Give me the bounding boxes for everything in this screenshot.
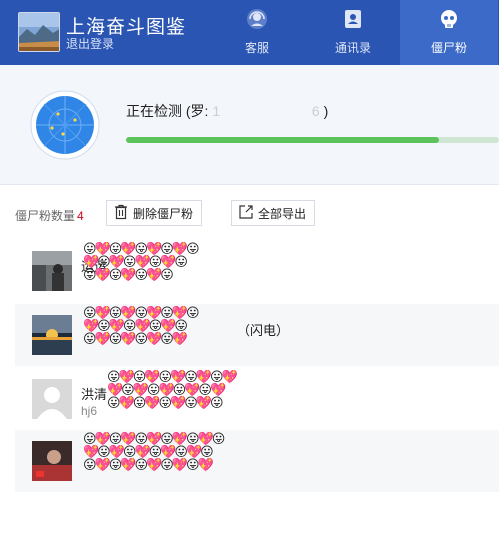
tab-contacts[interactable]: 通讯录: [304, 0, 402, 65]
tab-zombie-fans[interactable]: 僵尸粉: [400, 0, 498, 65]
export-all-label: 全部导出: [258, 206, 307, 221]
list-item[interactable]: （闪电） 😛💖😛💖😛💖😛💖😛 💖😛💖😛💖😛💖😛 😛💖😛💖😛💖😛💖: [15, 304, 499, 366]
skull-icon: [438, 8, 460, 30]
tab-label: 通讯录: [334, 41, 371, 55]
privacy-mosaic: 😛💖😛💖😛💖😛💖😛 💖😛💖😛💖😛💖😛 😛💖😛💖😛💖😛💖: [83, 306, 200, 346]
contact-wechat-id: hj6: [81, 404, 98, 418]
tab-customer-service[interactable]: 客服: [208, 0, 306, 65]
detect-progress-bar: [126, 137, 499, 143]
headset-icon: [246, 8, 268, 30]
list-item[interactable]: 😛💖😛💖😛💖😛💖😛💖😛 💖😛💖😛💖😛💖😛💖😛 😛💖😛💖😛💖😛💖😛💖: [15, 430, 499, 492]
detect-status: 正在检测 (罗: 1 6 ): [126, 101, 328, 121]
privacy-mosaic: 😛💖😛💖😛💖😛💖😛💖 💖😛💖😛💖😛💖😛💖 😛💖😛💖😛💖😛💖😛: [107, 370, 238, 410]
zombie-count-label: 僵尸粉数量: [15, 209, 76, 223]
contact-avatar: [32, 315, 72, 355]
list-item[interactable]: 运运 😛💖😛💖😛💖😛💖😛 💖😛💖😛💖😛💖😛 😛💖😛💖😛💖😛: [15, 240, 499, 302]
contact-name: 洪清: [81, 387, 108, 402]
zombie-count-value: 4: [77, 209, 84, 223]
contact-avatar: [32, 441, 72, 481]
detect-masked-end: 6: [311, 103, 320, 119]
export-icon: [238, 204, 258, 223]
zombie-count: 僵尸粉数量 4: [15, 207, 84, 224]
privacy-mosaic: 😛💖😛💖😛💖😛💖😛💖😛 💖😛💖😛💖😛💖😛💖😛 😛💖😛💖😛💖😛💖😛💖: [83, 432, 225, 472]
delete-zombies-button[interactable]: 删除僵尸粉: [106, 200, 203, 226]
privacy-mosaic: 😛💖😛💖😛💖😛💖😛 💖😛💖😛💖😛💖😛 😛💖😛💖😛💖😛: [83, 242, 200, 282]
detect-suffix: ): [323, 103, 329, 119]
contact-remark: （闪电）: [237, 323, 290, 338]
top-header: 上海奋斗图鉴 退出登录 客服 通讯录 僵尸粉: [0, 0, 499, 65]
export-all-button[interactable]: 全部导出: [231, 200, 316, 226]
detect-progress-fill: [126, 137, 440, 143]
user-avatar[interactable]: [18, 12, 60, 52]
tab-label: 客服: [244, 41, 269, 55]
list-item[interactable]: 洪清 hj6 😛💖😛💖😛💖😛💖😛💖 💖😛💖😛💖😛💖😛💖 😛💖😛💖😛💖😛💖😛: [15, 368, 499, 430]
logout-link[interactable]: 退出登录: [66, 35, 114, 52]
tab-label: 僵尸粉: [430, 41, 467, 55]
contact-avatar: [32, 251, 72, 291]
zombie-toolbar: 僵尸粉数量 4 删除僵尸粉 全部导出: [0, 200, 499, 228]
trash-icon: [113, 204, 133, 223]
detect-masked-start: 1: [212, 103, 221, 119]
contacts-icon: [342, 8, 364, 30]
contact-avatar: [32, 379, 72, 419]
radar-icon: [30, 90, 100, 160]
detection-panel: 正在检测 (罗: 1 6 ): [0, 65, 499, 185]
detect-prefix: 正在检测 (罗:: [126, 103, 209, 119]
delete-zombies-label: 删除僵尸粉: [133, 206, 194, 221]
